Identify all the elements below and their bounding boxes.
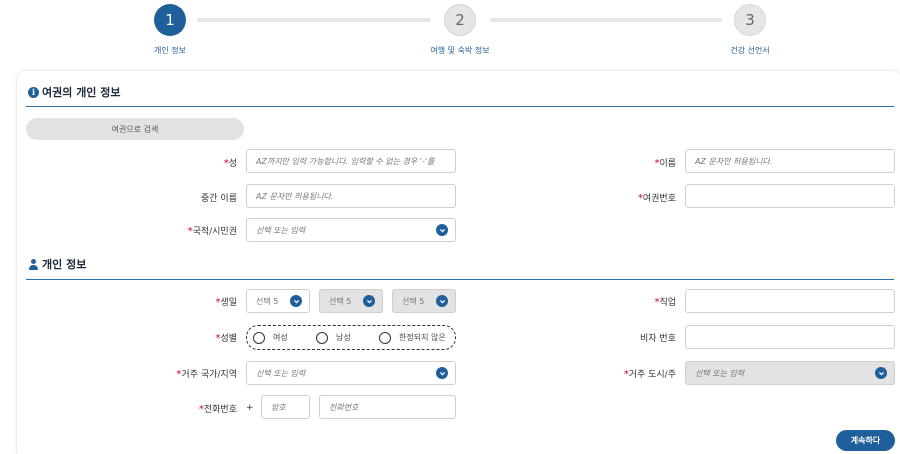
step-connector xyxy=(490,18,722,22)
gender-radio-group: 여성 남성 한정되지 않은 xyxy=(246,325,456,350)
step-1-label: 개인 정보 xyxy=(154,46,186,55)
country-label: *거주 국가/지역 xyxy=(176,367,237,380)
birth-label-text: 생일 xyxy=(220,298,237,308)
passport-section-title: i 여권의 개인 정보 xyxy=(28,84,121,100)
birth-label: *생일 xyxy=(215,295,237,308)
city-label-text: 거주 도시/주 xyxy=(628,370,676,380)
chevron-down-icon[interactable] xyxy=(875,367,887,379)
gender-option-label: 한정되지 않은 xyxy=(399,333,446,342)
occupation-label: *직업 xyxy=(654,295,676,308)
progress-stepper: 1 2 3 개인 정보 여행 및 숙박 정보 건강 선언서 xyxy=(0,0,900,64)
section-divider xyxy=(26,279,894,280)
passport-number-label-text: 여권번호 xyxy=(642,194,676,204)
gender-option-label: 여성 xyxy=(273,333,288,342)
nationality-label-text: 국적/시민권 xyxy=(192,227,237,237)
passport-number-label: *여권번호 xyxy=(638,191,676,204)
personal-section-title: 개인 정보 xyxy=(28,256,86,272)
last-name-input[interactable]: AZ까지만 입력 가능합니다. 입력할 수 없는 경우 '-'를 xyxy=(246,149,456,173)
step-1-indicator[interactable]: 1 xyxy=(154,4,186,36)
gender-option-male[interactable]: 남성 xyxy=(316,331,351,344)
phone-country-code-input[interactable]: 암호 xyxy=(261,395,310,419)
phone-number-input[interactable]: 전화번호 xyxy=(319,395,456,419)
city-placeholder: 선택 또는 입력 xyxy=(695,368,745,378)
phone-label: *전화번호 xyxy=(199,402,237,415)
city-select[interactable]: 선택 또는 입력 xyxy=(685,361,895,385)
nationality-label: *국적/시민권 xyxy=(188,224,237,237)
visa-number-input[interactable] xyxy=(685,325,895,349)
first-name-label-text: 이름 xyxy=(659,159,676,169)
last-name-label-text: 성 xyxy=(228,159,237,169)
step-3-indicator[interactable]: 3 xyxy=(734,4,766,36)
gender-option-unspecified[interactable]: 한정되지 않은 xyxy=(379,331,446,344)
visa-label: 비자 번호 xyxy=(640,334,676,344)
birth-month-select[interactable]: 선택 5 xyxy=(319,289,383,313)
step-connector xyxy=(197,18,431,22)
gender-option-label: 남성 xyxy=(336,333,351,342)
birth-day-value: 선택 5 xyxy=(256,296,279,306)
radio-circle[interactable] xyxy=(379,331,391,344)
chevron-down-icon[interactable] xyxy=(363,295,375,307)
user-icon xyxy=(28,258,39,270)
birth-day-select[interactable]: 선택 5 xyxy=(246,289,310,313)
phone-plus-sign: + xyxy=(246,403,254,413)
chevron-down-icon[interactable] xyxy=(290,295,302,307)
middle-name-input[interactable]: AZ 문자만 허용됩니다. xyxy=(246,184,456,208)
section-divider xyxy=(26,106,894,107)
chevron-down-icon[interactable] xyxy=(436,295,448,307)
chevron-down-icon[interactable] xyxy=(436,224,448,236)
last-name-label: *성 xyxy=(224,156,237,169)
country-label-text: 거주 국가/지역 xyxy=(181,370,237,380)
country-select[interactable]: 선택 또는 입력 xyxy=(246,361,456,385)
country-placeholder: 선택 또는 입력 xyxy=(256,368,306,378)
nationality-select[interactable]: 선택 또는 입력 xyxy=(246,218,456,242)
info-icon: i xyxy=(28,86,39,98)
first-name-input[interactable]: AZ 문자만 허용됩니다. xyxy=(685,149,895,173)
birth-year-value: 선택 5 xyxy=(402,296,425,306)
radio-circle[interactable] xyxy=(316,331,328,344)
middle-name-label: 중간 이름 xyxy=(201,194,237,204)
gender-label-text: 성별 xyxy=(220,334,237,344)
gender-label: *성별 xyxy=(215,331,237,344)
birth-year-select[interactable]: 선택 5 xyxy=(392,289,456,313)
step-3-label: 건강 선언서 xyxy=(730,46,770,55)
personal-section-heading: 개인 정보 xyxy=(42,258,87,271)
passport-section-heading: 여권의 개인 정보 xyxy=(42,86,121,99)
search-by-passport-button[interactable]: 여권으로 검색 xyxy=(26,118,244,140)
step-2-label: 여행 및 숙박 정보 xyxy=(430,46,490,55)
radio-circle[interactable] xyxy=(253,331,265,344)
continue-button[interactable]: 계속하다 xyxy=(836,430,895,451)
occupation-input[interactable] xyxy=(685,289,895,313)
city-label: *거주 도시/주 xyxy=(624,367,676,380)
nationality-placeholder: 선택 또는 입력 xyxy=(256,225,306,235)
occupation-label-text: 직업 xyxy=(659,298,676,308)
first-name-label: *이름 xyxy=(654,156,676,169)
passport-number-input[interactable] xyxy=(685,184,895,208)
gender-option-female[interactable]: 여성 xyxy=(253,331,288,344)
chevron-down-icon[interactable] xyxy=(436,367,448,379)
birth-month-value: 선택 5 xyxy=(329,296,352,306)
step-2-indicator[interactable]: 2 xyxy=(444,4,476,36)
phone-label-text: 전화번호 xyxy=(203,405,237,415)
